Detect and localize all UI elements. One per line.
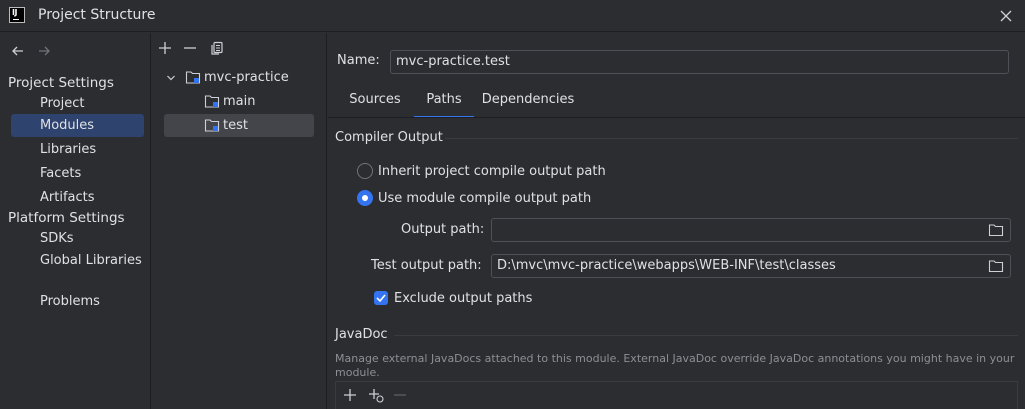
test-output-path-label: Test output path:	[371, 258, 482, 273]
checkmark-icon	[376, 294, 386, 303]
folder-browse-icon[interactable]	[988, 259, 1004, 273]
tree-item-mvc-practice[interactable]: mvc-practice	[164, 66, 314, 89]
javadoc-toolbar	[335, 381, 1018, 409]
use-module-output-label[interactable]: Use module compile output path	[378, 191, 591, 206]
module-tree-toolbar	[152, 33, 327, 62]
name-label: Name:	[337, 53, 380, 68]
back-arrow-icon[interactable]	[10, 43, 26, 59]
copy-icon[interactable]	[209, 40, 225, 56]
tree-item-label: test	[223, 118, 248, 133]
window-title: Project Structure	[38, 7, 156, 23]
chevron-down-icon[interactable]	[166, 73, 176, 83]
test-output-path-field[interactable]: D:\mvc\mvc-practice\webapps\WEB-INF\test…	[491, 254, 1011, 278]
compiler-output-separator	[445, 138, 1018, 139]
module-name-field[interactable]: mvc-practice.test	[390, 50, 1009, 74]
javadoc-hint: Manage external JavaDocs attached to thi…	[335, 352, 1015, 379]
tree-item-label: main	[223, 94, 256, 109]
settings-sidebar: Project Settings Project Modules Librari…	[0, 33, 151, 409]
remove-icon[interactable]	[182, 40, 198, 56]
tab-sources[interactable]: Sources	[342, 92, 408, 117]
inherit-output-radio[interactable]	[357, 163, 373, 179]
module-settings-panel: Name: mvc-practice.test Sources Paths De…	[328, 33, 1025, 409]
close-button[interactable]	[995, 5, 1017, 27]
javadoc-separator	[394, 335, 1018, 336]
tab-dependencies[interactable]: Dependencies	[478, 92, 578, 117]
platform-settings-heading: Platform Settings	[8, 210, 125, 226]
tabs-divider	[328, 117, 1025, 118]
add-icon[interactable]	[342, 387, 358, 403]
forward-arrow-icon[interactable]	[36, 43, 52, 59]
module-folder-icon	[185, 71, 201, 84]
add-url-icon[interactable]	[368, 387, 384, 403]
logo-text: IJ	[12, 8, 17, 17]
add-icon[interactable]	[157, 40, 173, 56]
sidebar-item-facets[interactable]: Facets	[11, 162, 144, 185]
inherit-output-label[interactable]: Inherit project compile output path	[378, 164, 606, 179]
project-settings-heading: Project Settings	[8, 75, 114, 91]
title-bar: IJ Project Structure	[0, 0, 1025, 32]
tree-item-main[interactable]: main	[164, 90, 314, 113]
tree-item-test[interactable]: test	[164, 114, 314, 137]
close-icon[interactable]	[995, 5, 1017, 27]
exclude-output-label[interactable]: Exclude output paths	[394, 291, 532, 306]
sidebar-item-modules[interactable]: Modules	[11, 114, 144, 137]
sidebar-item-project[interactable]: Project	[11, 92, 144, 115]
sidebar-item-problems[interactable]: Problems	[11, 290, 144, 313]
sidebar-item-sdks[interactable]: SDKs	[11, 227, 144, 250]
sidebar-item-libraries[interactable]: Libraries	[11, 138, 144, 161]
exclude-output-checkbox[interactable]	[374, 291, 388, 305]
tree-item-label: mvc-practice	[204, 70, 289, 85]
javadoc-heading: JavaDoc	[335, 327, 388, 342]
module-tree-panel: mvc-practice main test	[152, 33, 327, 409]
output-path-field[interactable]	[491, 218, 1011, 242]
sidebar-item-artifacts[interactable]: Artifacts	[11, 186, 144, 209]
output-path-label: Output path:	[401, 222, 485, 237]
tab-paths[interactable]: Paths	[414, 92, 474, 118]
folder-browse-icon[interactable]	[988, 223, 1004, 237]
compiler-output-heading: Compiler Output	[335, 130, 443, 145]
sidebar-item-global-libraries[interactable]: Global Libraries	[11, 249, 144, 272]
remove-icon[interactable]	[392, 387, 408, 403]
use-module-output-radio[interactable]	[357, 190, 373, 206]
intellij-logo-icon: IJ	[9, 7, 25, 23]
module-folder-icon	[204, 119, 220, 132]
module-folder-icon	[204, 95, 220, 108]
